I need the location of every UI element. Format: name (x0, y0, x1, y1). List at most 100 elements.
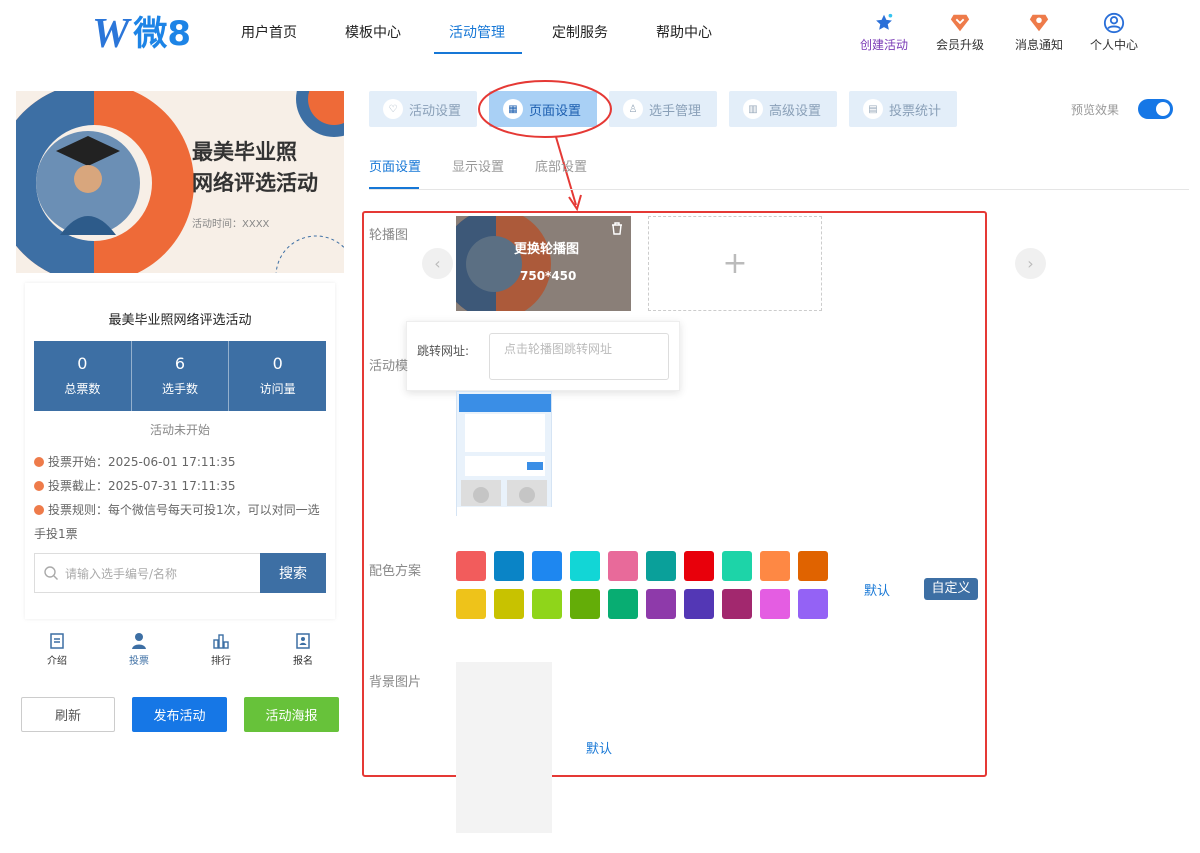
color-swatch[interactable] (456, 551, 486, 581)
nav-activity-management[interactable]: 活动管理 (449, 22, 505, 42)
subtab-footer-settings[interactable]: 底部设置 (535, 156, 587, 175)
person-icon (132, 633, 146, 649)
stat-contestants: 6 选手数 (132, 341, 230, 411)
carousel-image[interactable]: 更换轮播图 750*450 (456, 216, 631, 311)
jump-url-popover: 跳转网址: 点击轮播图跳转网址 (406, 321, 680, 391)
toggle-knob (1156, 102, 1170, 116)
vip-badge-icon (950, 14, 970, 32)
color-custom-button[interactable]: 自定义 (924, 578, 978, 600)
color-swatch[interactable] (494, 551, 524, 581)
nav-templates[interactable]: 模板中心 (345, 22, 401, 42)
info-dot-icon (34, 481, 44, 491)
preview-tabbar: 介绍 投票 排行 报名 (16, 628, 344, 670)
preview-effect-label: 预览效果 (1071, 103, 1120, 117)
star-icon (876, 13, 893, 30)
color-swatch[interactable] (494, 589, 524, 619)
tab-vote[interactable]: 投票 (98, 628, 180, 670)
color-swatches (456, 551, 836, 621)
carousel-change-text: 更换轮播图 (514, 242, 580, 257)
preview-search-button[interactable]: 搜索 (260, 553, 326, 593)
color-swatch[interactable] (532, 551, 562, 581)
signup-icon (296, 633, 310, 649)
color-swatch[interactable] (722, 551, 752, 581)
subtab-divider (369, 189, 1189, 190)
tab-vote-statistics[interactable]: ▤ 投票统计 (849, 91, 957, 127)
plus-icon: + (722, 246, 748, 281)
color-swatch[interactable] (684, 589, 714, 619)
preview-toggle[interactable] (1138, 99, 1173, 119)
subtab-display-settings[interactable]: 显示设置 (452, 156, 504, 175)
publish-button[interactable]: 发布活动 (132, 697, 227, 732)
message-icon (1029, 14, 1049, 32)
template-thumbnail[interactable] (456, 391, 553, 517)
preview-search: 请输入选手编号/名称 搜索 (34, 553, 326, 593)
color-swatch[interactable] (760, 551, 790, 581)
color-swatch[interactable] (646, 551, 676, 581)
background-default-button[interactable]: 默认 (586, 738, 612, 757)
color-swatch[interactable] (798, 589, 828, 619)
nav-help[interactable]: 帮助中心 (656, 22, 712, 42)
shield-icon: ♡ (383, 99, 403, 119)
color-swatch[interactable] (798, 551, 828, 581)
stat-total-votes: 0 总票数 (34, 341, 132, 411)
color-swatch[interactable] (456, 589, 486, 619)
poster-button[interactable]: 活动海报 (244, 697, 339, 732)
tab-advanced-settings[interactable]: ▥ 高级设置 (729, 91, 837, 127)
subtab-page-settings[interactable]: 页面设置 (369, 156, 421, 175)
create-activity-button[interactable]: 创建活动 (852, 12, 916, 53)
color-swatch[interactable] (570, 589, 600, 619)
tab-contestant-management[interactable]: ♙ 选手管理 (609, 91, 717, 127)
logo-text: 微8 (133, 14, 192, 54)
message-notification-button[interactable]: 消息通知 (1007, 12, 1071, 53)
color-swatch[interactable] (646, 589, 676, 619)
banner-title: 最美毕业照 网络评选活动 (192, 140, 318, 195)
carousel-size: 750*450 (520, 269, 577, 283)
user-icon (1103, 12, 1125, 34)
tab-ranking[interactable]: 排行 (180, 628, 262, 670)
search-icon (44, 566, 58, 580)
member-upgrade-button[interactable]: 会员升级 (928, 12, 992, 53)
color-swatch[interactable] (684, 551, 714, 581)
refresh-button[interactable]: 刷新 (21, 697, 115, 732)
vote-end: 投票截止：2025-07-31 17:11:35 (34, 474, 326, 498)
user-center-button[interactable]: 个人中心 (1082, 12, 1146, 53)
nav-active-indicator (434, 52, 522, 54)
tab-activity-settings[interactable]: ♡ 活动设置 (369, 91, 477, 127)
activity-status: 活动未开始 (149, 423, 210, 437)
color-swatch[interactable] (760, 589, 790, 619)
nav-home[interactable]: 用户首页 (241, 22, 297, 42)
vote-rule: 投票规则：每个微信号每天可投1次，可以对同一选手投1票 (34, 503, 320, 541)
logo-letter: W (92, 11, 129, 57)
color-swatch[interactable] (608, 589, 638, 619)
jump-url-input[interactable]: 点击轮播图跳转网址 (489, 333, 669, 380)
document-icon (50, 633, 64, 649)
preview-search-input[interactable]: 请输入选手编号/名称 (34, 553, 260, 593)
tab-signup[interactable]: 报名 (262, 628, 344, 670)
highlight-ellipse (478, 80, 612, 138)
preview-banner: 最美毕业照 网络评选活动 活动时间：XXXX (16, 91, 344, 273)
color-default-button[interactable]: 默认 (864, 580, 890, 599)
banner-time: 活动时间：XXXX (192, 219, 270, 230)
people-icon: ♙ (623, 99, 643, 119)
info-dot-icon (34, 457, 44, 467)
stats-icon: ▤ (863, 99, 883, 119)
color-swatch[interactable] (532, 589, 562, 619)
template-preview-graphic (457, 394, 553, 517)
carousel-thumb (456, 216, 631, 311)
nav-custom-service[interactable]: 定制服务 (552, 22, 608, 42)
template-label: 活动模 (369, 359, 409, 374)
add-carousel-button[interactable]: + (648, 216, 822, 311)
carousel-label: 轮播图 (369, 228, 409, 243)
carousel-next-button[interactable]: › (1015, 248, 1046, 279)
color-swatch[interactable] (722, 589, 752, 619)
tab-intro[interactable]: 介绍 (16, 628, 98, 670)
background-image-slot[interactable] (456, 662, 552, 833)
logo[interactable]: W 微8 (92, 11, 192, 57)
preview-title: 最美毕业照网络评选活动 (108, 313, 252, 328)
color-swatch[interactable] (570, 551, 600, 581)
trash-icon[interactable] (611, 222, 623, 235)
color-swatch[interactable] (608, 551, 638, 581)
carousel-prev-button[interactable]: ‹ (422, 248, 453, 279)
background-image-label: 背景图片 (369, 675, 422, 690)
stat-visits: 0 访问量 (259, 354, 296, 396)
